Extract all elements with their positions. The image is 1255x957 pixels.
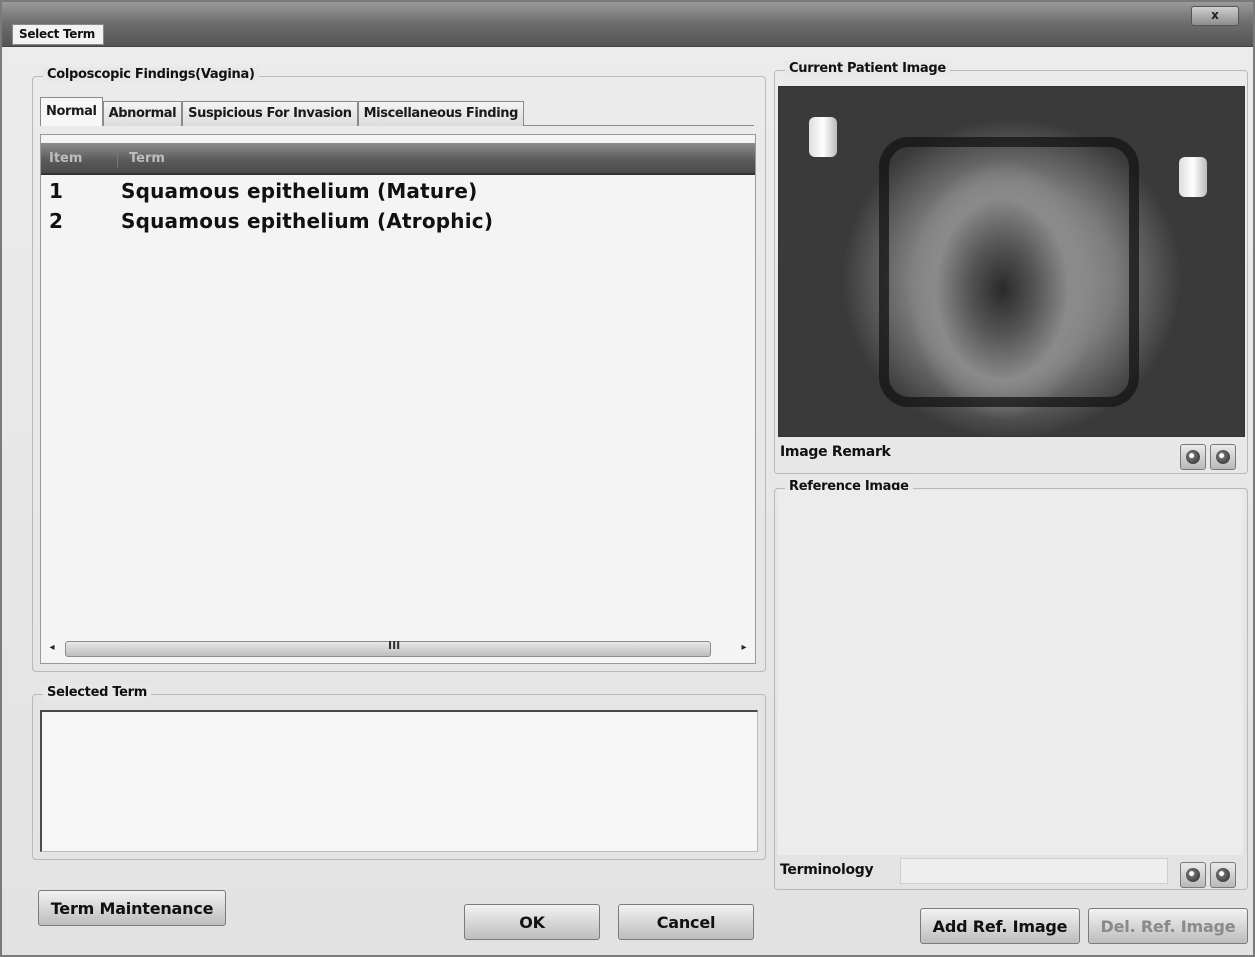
cancel-button[interactable]: Cancel bbox=[618, 904, 754, 940]
image-cervix-frame bbox=[879, 137, 1139, 407]
circle-nav-icon bbox=[1186, 450, 1200, 464]
column-separator[interactable] bbox=[117, 148, 118, 168]
row-term: Squamous epithelium (Mature) bbox=[121, 179, 478, 203]
terminology-label: Terminology bbox=[780, 862, 874, 878]
window-title: Select Term bbox=[12, 24, 104, 45]
circle-nav-icon bbox=[1186, 868, 1200, 882]
select-term-dialog: Select Term x Colposcopic Findings(Vagin… bbox=[0, 0, 1255, 957]
add-ref-image-button[interactable]: Add Ref. Image bbox=[920, 908, 1080, 944]
image-next-button[interactable] bbox=[1210, 444, 1236, 470]
reference-next-button[interactable] bbox=[1210, 862, 1236, 888]
selected-term-field[interactable] bbox=[40, 710, 758, 852]
image-remark-label: Image Remark bbox=[780, 444, 891, 460]
horizontal-scrollbar[interactable]: ◂ III ▸ bbox=[45, 639, 751, 657]
tab-miscellaneous-finding[interactable]: Miscellaneous Finding bbox=[357, 101, 525, 126]
term-maintenance-button[interactable]: Term Maintenance bbox=[38, 890, 226, 926]
terminology-field bbox=[900, 858, 1168, 884]
image-speculum-left bbox=[809, 117, 837, 157]
circle-nav-icon bbox=[1216, 868, 1230, 882]
tab-abnormal[interactable]: Abnormal bbox=[102, 101, 183, 126]
term-list[interactable]: Item Term 1 Squamous epithelium (Mature)… bbox=[40, 134, 756, 664]
tab-suspicious-for-invasion[interactable]: Suspicious For Invasion bbox=[182, 101, 358, 126]
scroll-left-icon[interactable]: ◂ bbox=[45, 641, 59, 655]
reference-prev-button[interactable] bbox=[1180, 862, 1206, 888]
ok-button[interactable]: OK bbox=[464, 904, 600, 940]
row-term: Squamous epithelium (Atrophic) bbox=[121, 209, 494, 233]
del-ref-image-button[interactable]: Del. Ref. Image bbox=[1088, 908, 1248, 944]
title-bar[interactable]: Select Term x bbox=[2, 2, 1253, 47]
reference-image-area[interactable] bbox=[778, 490, 1243, 855]
column-header-item[interactable]: Item bbox=[49, 151, 82, 166]
image-speculum-right bbox=[1179, 157, 1207, 197]
scroll-right-icon[interactable]: ▸ bbox=[737, 641, 751, 655]
tab-normal[interactable]: Normal bbox=[40, 97, 103, 126]
image-prev-button[interactable] bbox=[1180, 444, 1206, 470]
scroll-grip: III bbox=[388, 639, 401, 652]
circle-nav-icon bbox=[1216, 450, 1230, 464]
findings-legend: Colposcopic Findings(Vagina) bbox=[43, 67, 259, 82]
scroll-thumb[interactable]: III bbox=[65, 639, 711, 657]
table-row[interactable]: 1 Squamous epithelium (Mature) bbox=[41, 177, 755, 207]
selected-term-legend: Selected Term bbox=[43, 685, 152, 700]
row-item-number: 1 bbox=[49, 179, 63, 203]
patient-image[interactable] bbox=[778, 86, 1245, 437]
findings-tabs: Normal Abnormal Suspicious For Invasion … bbox=[40, 97, 525, 126]
table-row[interactable]: 2 Squamous epithelium (Atrophic) bbox=[41, 207, 755, 237]
close-button[interactable]: x bbox=[1191, 6, 1239, 26]
current-image-legend: Current Patient Image bbox=[785, 61, 950, 76]
close-icon: x bbox=[1211, 8, 1219, 22]
list-header: Item Term bbox=[41, 143, 755, 175]
column-header-term[interactable]: Term bbox=[129, 151, 165, 166]
row-item-number: 2 bbox=[49, 209, 63, 233]
